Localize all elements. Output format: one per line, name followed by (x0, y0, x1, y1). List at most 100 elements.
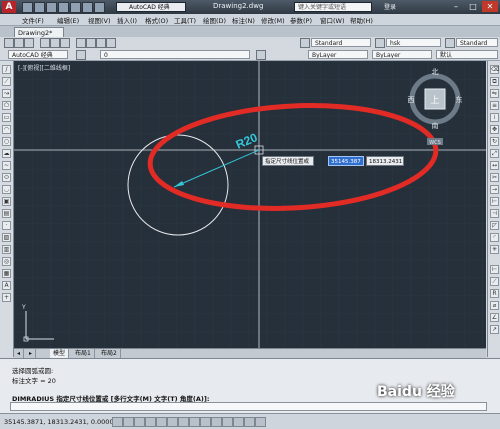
drawing-canvas[interactable]: R20 上 北 南 东 西 WCS [-][俯视][二维线框] Y (14, 61, 486, 348)
hatch-icon[interactable]: ▨ (2, 233, 11, 242)
explode-icon[interactable]: ✳ (490, 245, 499, 254)
saveas-icon[interactable] (58, 2, 69, 13)
new-icon[interactable] (22, 2, 33, 13)
qsave-icon[interactable] (24, 38, 34, 48)
tab-layout2[interactable]: 布局2 (98, 349, 121, 358)
selection-cycling-toggle[interactable] (255, 417, 266, 427)
copy-icon[interactable] (50, 38, 60, 48)
autocad-logo[interactable]: A (2, 1, 16, 13)
spline-icon[interactable]: ~ (2, 161, 11, 170)
scale-icon[interactable]: ⤢ (490, 149, 499, 158)
pan-icon[interactable] (76, 38, 86, 48)
gradient-icon[interactable]: ▥ (2, 245, 11, 254)
point-icon[interactable]: · (2, 221, 11, 230)
redo-icon[interactable] (94, 2, 105, 13)
polyline-icon[interactable]: ↝ (2, 89, 11, 98)
menu-format[interactable]: 格式(O) (145, 15, 168, 25)
dim-radius-icon[interactable]: R (490, 289, 499, 298)
menu-window[interactable]: 窗口(W) (320, 15, 345, 25)
transparency-toggle[interactable] (233, 417, 244, 427)
3dosnap-toggle[interactable] (178, 417, 189, 427)
quick-properties-toggle[interactable] (244, 417, 255, 427)
menu-draw[interactable]: 绘图(D) (203, 15, 226, 25)
stretch-icon[interactable]: ↔ (490, 161, 499, 170)
offset-icon[interactable]: ≡ (490, 101, 499, 110)
menu-tools[interactable]: 工具(T) (174, 15, 196, 25)
layer-combo[interactable]: 0 (100, 50, 250, 59)
qnew-icon[interactable] (4, 38, 14, 48)
menu-view[interactable]: 视图(V) (88, 15, 111, 25)
arc-icon[interactable]: ◠ (2, 125, 11, 134)
table-style-combo[interactable]: Standard (456, 38, 498, 47)
leader-icon[interactable]: ↗ (490, 325, 499, 334)
fillet-icon[interactable]: ◜ (490, 233, 499, 242)
copy-object-icon[interactable]: ⧉ (490, 77, 499, 86)
extend-icon[interactable]: → (490, 185, 499, 194)
rectangle-icon[interactable]: ▭ (2, 113, 11, 122)
array-icon[interactable]: ⁞ (490, 113, 499, 122)
menu-file[interactable]: 文件(F) (22, 15, 44, 25)
insert-block-icon[interactable]: ▣ (2, 197, 11, 206)
save-icon[interactable] (46, 2, 57, 13)
zoom-icon[interactable] (86, 38, 96, 48)
color-combo[interactable]: ByLayer (308, 50, 368, 59)
add-selected-icon[interactable]: + (2, 293, 11, 302)
viewcube-north[interactable]: 北 (432, 68, 439, 76)
table-icon[interactable]: ▦ (2, 269, 11, 278)
polygon-icon[interactable]: ⬠ (2, 101, 11, 110)
circle-icon[interactable]: ○ (2, 137, 11, 146)
tab-nav-next[interactable]: ▸ (26, 349, 37, 358)
viewport-controls[interactable]: [-][俯视][二维线框] (18, 63, 70, 72)
ortho-toggle[interactable] (145, 417, 156, 427)
dynamic-input-y[interactable]: 18313.2431 (366, 156, 404, 166)
properties-icon[interactable] (96, 38, 106, 48)
text-style-combo[interactable]: Standard (311, 38, 371, 47)
paste-icon[interactable] (60, 38, 70, 48)
polar-toggle[interactable] (156, 417, 167, 427)
ellipse-icon[interactable]: ⬭ (2, 173, 11, 182)
infer-constraints-toggle[interactable] (112, 417, 123, 427)
tab-model[interactable]: 模型 (50, 349, 70, 358)
minimize-button[interactable]: – (448, 1, 464, 12)
tab-layout1[interactable]: 布局1 (72, 349, 95, 358)
cut-icon[interactable] (40, 38, 50, 48)
line-icon[interactable]: / (2, 65, 11, 74)
lineweight-toggle[interactable] (222, 417, 233, 427)
move-icon[interactable]: ✥ (490, 125, 499, 134)
lineweight-combo[interactable]: 默认 (436, 50, 498, 59)
layer-properties-icon[interactable] (76, 50, 86, 60)
close-button[interactable]: ✕ (482, 1, 498, 12)
join-icon[interactable]: ⊣ (490, 209, 499, 218)
construction-line-icon[interactable]: ⟋ (2, 77, 11, 86)
dim-diameter-icon[interactable]: ⌀ (490, 301, 499, 310)
document-tab[interactable]: Drawing2* (14, 27, 64, 37)
ducs-toggle[interactable] (200, 417, 211, 427)
linetype-combo[interactable]: ByLayer (372, 50, 432, 59)
menu-parametric[interactable]: 参数(P) (290, 15, 312, 25)
mirror-icon[interactable]: ⇋ (490, 89, 499, 98)
qopen-icon[interactable] (14, 38, 24, 48)
designcenter-icon[interactable] (106, 38, 116, 48)
menu-help[interactable]: 帮助(H) (350, 15, 373, 25)
rotate-icon[interactable]: ↻ (490, 137, 499, 146)
viewcube-west[interactable]: 西 (408, 96, 415, 104)
snap-toggle[interactable] (123, 417, 134, 427)
tab-nav-first[interactable]: ◂ (14, 349, 25, 358)
sign-in-button[interactable]: 登录 (384, 2, 396, 11)
print-icon[interactable] (70, 2, 81, 13)
menu-insert[interactable]: 插入(I) (117, 15, 137, 25)
viewcube-east[interactable]: 东 (456, 95, 463, 104)
erase-icon[interactable]: ⌫ (490, 65, 499, 74)
make-block-icon[interactable]: ▤ (2, 209, 11, 218)
otrack-toggle[interactable] (189, 417, 200, 427)
ellipse-arc-icon[interactable]: ◡ (2, 185, 11, 194)
search-input[interactable]: 键入关键字或短语 (294, 2, 372, 12)
menu-edit[interactable]: 编辑(E) (57, 15, 79, 25)
dim-style-combo[interactable]: hsk (386, 38, 441, 47)
region-icon[interactable]: ◎ (2, 257, 11, 266)
workspace-combo[interactable]: AutoCAD 经典 (8, 50, 68, 59)
open-icon[interactable] (34, 2, 45, 13)
make-current-icon[interactable] (256, 50, 266, 60)
revcloud-icon[interactable]: ☁ (2, 149, 11, 158)
break-icon[interactable]: ⊢ (490, 197, 499, 206)
